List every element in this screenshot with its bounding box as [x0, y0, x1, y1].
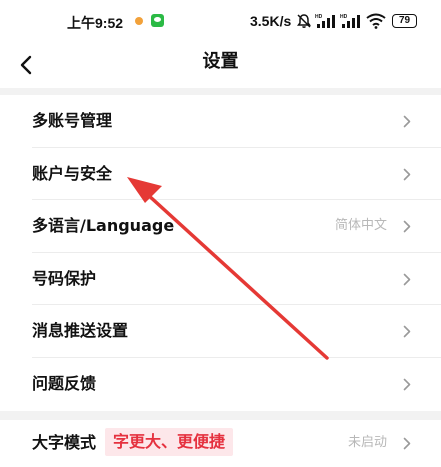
status-icons: HD HD: [296, 12, 386, 30]
settings-item-multi-account[interactable]: 多账号管理: [0, 95, 441, 148]
network-speed: 3.5K/s: [250, 13, 292, 29]
status-time: 上午9:52: [67, 15, 124, 31]
settings-item-label: 多账号管理: [32, 111, 113, 130]
chevron-left-icon: [20, 55, 32, 75]
mute-icon: [297, 14, 311, 28]
settings-item-push-notifications[interactable]: 消息推送设置: [0, 305, 441, 358]
chevron-right-icon: [403, 273, 411, 286]
settings-item-label: 号码保护: [32, 268, 97, 288]
settings-item-label: 消息推送设置: [32, 321, 129, 341]
settings-item-feedback[interactable]: 问题反馈: [0, 358, 441, 411]
signal-hd-label: HD: [315, 14, 323, 20]
chevron-right-icon: [403, 437, 411, 450]
settings-item-account-security[interactable]: 账户与安全: [0, 148, 441, 201]
large-font-tag: 字更大、更便捷: [105, 428, 234, 456]
chevron-right-icon: [403, 220, 411, 233]
chevron-right-icon: [403, 115, 411, 128]
chevron-right-icon: [403, 326, 411, 338]
settings-item-label: 账户与安全: [32, 163, 113, 183]
settings-item-label: 大字模式: [32, 433, 97, 452]
settings-item-label: 问题反馈: [32, 374, 97, 393]
settings-list-display: 大字模式 字更大、更便捷 未启动: [0, 420, 441, 467]
wifi-icon: [366, 13, 386, 29]
battery-icon: 79: [392, 14, 417, 28]
signal-icon: HD: [315, 14, 335, 28]
settings-item-number-protection[interactable]: 号码保护: [0, 253, 441, 306]
wechat-icon: [151, 14, 164, 27]
settings-item-label: 多语言/Language: [32, 216, 175, 236]
settings-item-large-font[interactable]: 大字模式 字更大、更便捷 未启动: [0, 420, 441, 467]
settings-item-value: 简体中文: [334, 218, 387, 234]
chevron-right-icon: [403, 168, 411, 180]
signal-hd-label: HD: [340, 14, 348, 20]
page-title: 设置: [202, 51, 239, 72]
back-button[interactable]: [8, 47, 44, 83]
settings-item-language[interactable]: 多语言/Language 简体中文: [0, 200, 441, 253]
settings-list: 多账号管理 账户与安全 多语言/Language 简体中文 号码保护 消息推送设…: [0, 95, 441, 411]
settings-item-value: 未启动: [347, 435, 387, 450]
signal-icon-2: HD: [340, 14, 360, 28]
status-bar: 上午9:52 3.5K/s HD HD 79: [0, 0, 441, 42]
nav-bar: 设置: [0, 42, 441, 88]
notification-dot-icon: [135, 17, 143, 25]
chevron-right-icon: [403, 378, 411, 391]
